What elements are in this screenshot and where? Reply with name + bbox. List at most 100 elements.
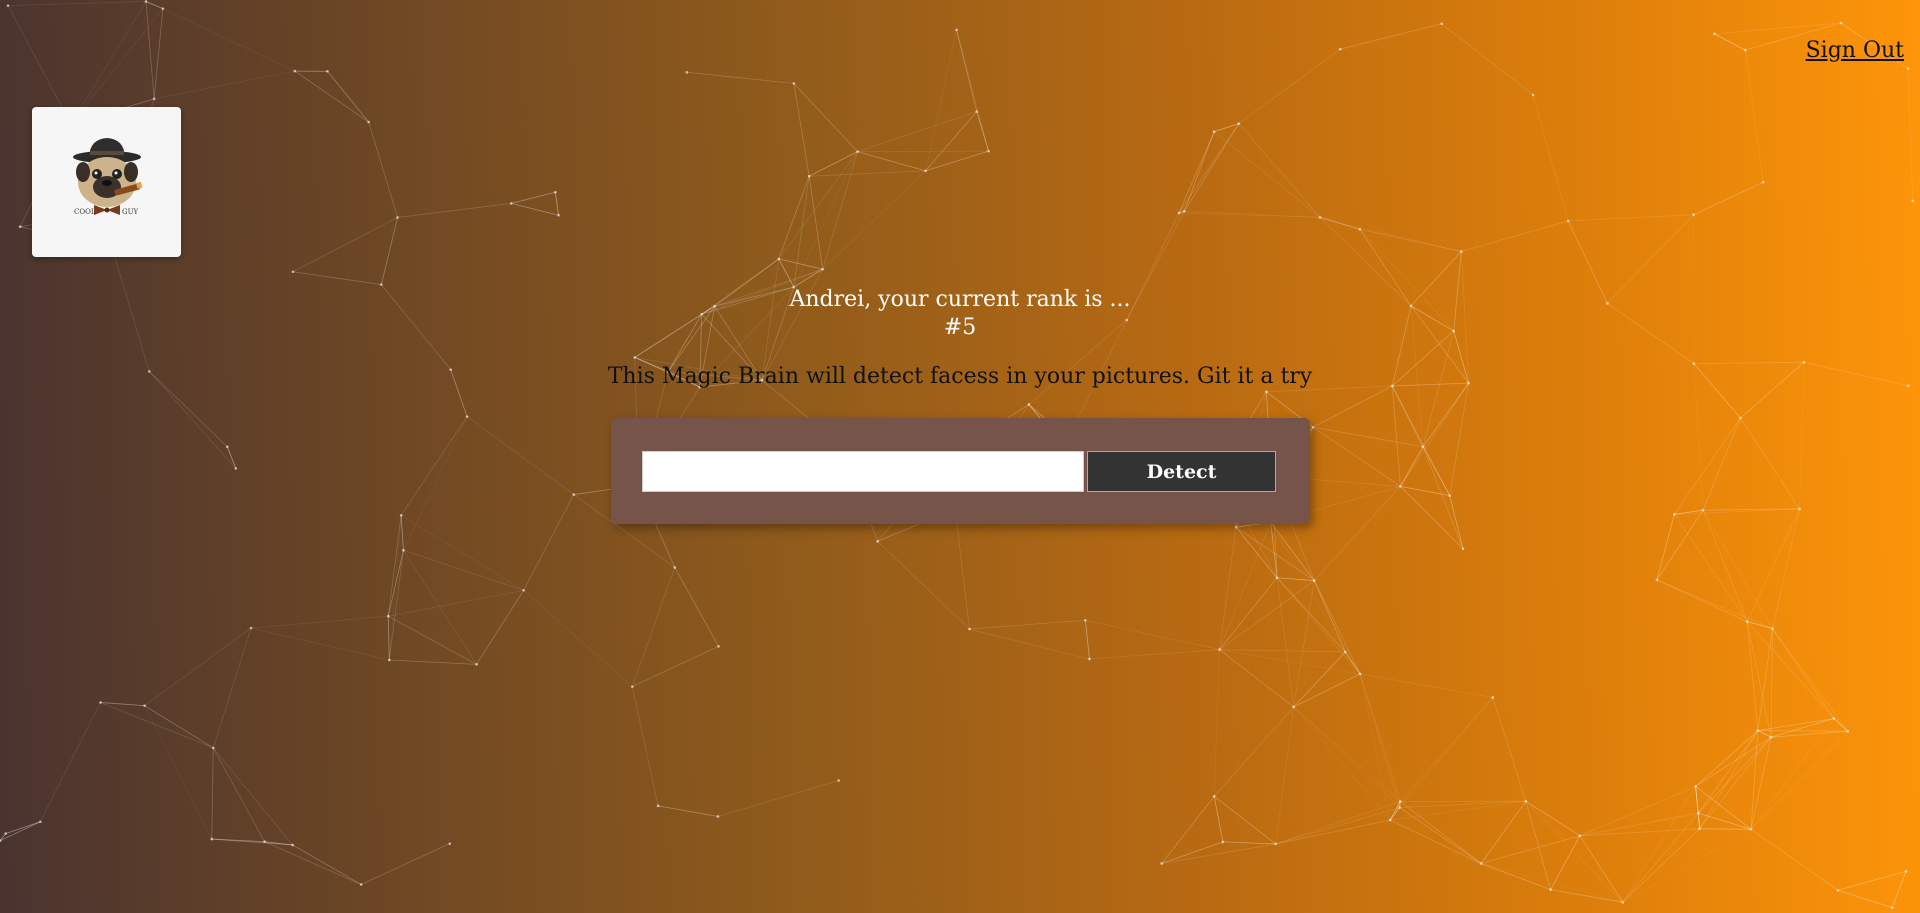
particle-link: [1319, 216, 1462, 252]
particle-link: [39, 702, 101, 822]
particle-link: [1275, 801, 1401, 845]
particle-link: [1276, 577, 1346, 653]
particle-link: [251, 615, 389, 629]
logo-text-left: COOL: [74, 208, 96, 216]
particle-dot: [557, 213, 560, 217]
particle-link: [1757, 730, 1772, 738]
particle-link: [686, 71, 794, 84]
particle-link: [1907, 68, 1914, 201]
particle-link: [154, 70, 295, 100]
particle-link: [1219, 649, 1346, 653]
particle-link: [1340, 23, 1442, 50]
particle-dot: [716, 815, 720, 818]
particle-link: [7, 1, 147, 7]
particle-link: [969, 619, 1086, 630]
particle-dot: [876, 540, 879, 543]
particle-dot: [1388, 818, 1392, 822]
particle-dot: [1177, 211, 1181, 215]
particle-dot: [1318, 216, 1322, 219]
particle-link: [1656, 579, 1748, 623]
particle-dot: [792, 82, 796, 85]
particle-link: [1702, 509, 1773, 629]
particle-link: [1480, 800, 1527, 864]
particle-link: [250, 627, 390, 661]
particle-link: [1293, 673, 1361, 708]
particle-link: [925, 150, 989, 172]
particle-link: [5, 821, 41, 834]
particle-dot: [291, 270, 295, 274]
particle-link: [1312, 385, 1393, 428]
particle-link: [1084, 620, 1090, 660]
logo-card[interactable]: COOL GUY: [32, 107, 181, 257]
particle-link: [212, 747, 293, 846]
particle-link: [1089, 649, 1220, 660]
particle-dot: [1398, 806, 1401, 809]
particle-dot: [399, 514, 403, 517]
particle-dot: [249, 626, 253, 630]
image-url-input[interactable]: [642, 451, 1084, 492]
detect-button[interactable]: Detect: [1087, 451, 1276, 492]
particle-dot: [402, 548, 405, 552]
particle-link: [554, 192, 559, 216]
particle-link: [476, 590, 524, 665]
particle-link: [1219, 527, 1237, 650]
particle-dot: [210, 837, 214, 841]
particle-dot: [1524, 799, 1528, 803]
particle-dot: [1701, 508, 1705, 512]
particle-dot: [1673, 513, 1676, 516]
particle-dot: [1769, 735, 1773, 739]
particle-link: [144, 705, 213, 840]
particle-link: [1389, 819, 1482, 864]
particle-link: [403, 549, 524, 591]
particle-link: [1449, 495, 1464, 549]
particle-link: [211, 838, 293, 846]
particle-dot: [143, 704, 146, 707]
particle-link: [1219, 649, 1361, 675]
particle-dot: [1761, 180, 1765, 184]
particle-link: [1399, 800, 1526, 808]
particle-dot: [1448, 494, 1452, 497]
particle-dot: [211, 746, 215, 750]
particle-dot: [1027, 403, 1031, 406]
particle-dot: [161, 7, 165, 10]
particle-link: [969, 628, 1090, 660]
particle-link: [403, 549, 477, 665]
particle-link: [1389, 807, 1400, 821]
particle-link: [100, 702, 214, 749]
particle-link: [1622, 786, 1696, 903]
particle-link: [1837, 870, 1907, 891]
particle-link: [674, 567, 719, 647]
particle-link: [212, 627, 252, 749]
particle-link: [1390, 800, 1526, 821]
particle-link: [1740, 417, 1800, 510]
particle-link: [1238, 48, 1341, 124]
particle-dot: [396, 216, 399, 219]
particle-dot: [1798, 507, 1801, 511]
particle-link: [631, 686, 659, 806]
particle-link: [877, 541, 970, 630]
particle-link: [1579, 786, 1696, 837]
particle-link: [1622, 828, 1752, 903]
particle-link: [1400, 446, 1424, 487]
particle-link: [380, 217, 398, 285]
particle-link: [1293, 706, 1400, 808]
particle-link: [1313, 580, 1346, 653]
particle-link: [1270, 522, 1346, 653]
particle-dot: [1212, 795, 1216, 798]
particle-link: [1399, 807, 1482, 864]
particle-link: [292, 844, 362, 885]
particle-link: [1276, 577, 1361, 675]
particle-dot: [1421, 445, 1425, 449]
particle-link: [1656, 514, 1675, 580]
particle-link: [523, 494, 575, 591]
particle-dot: [1836, 888, 1840, 892]
particle-link: [632, 645, 719, 687]
particle-link: [368, 121, 398, 218]
particle-link: [1746, 508, 1800, 622]
sign-out-link[interactable]: Sign Out: [1806, 38, 1904, 63]
particle-dot: [1237, 122, 1241, 125]
particle-link: [1480, 835, 1581, 864]
particle-dot: [1890, 906, 1894, 909]
particle-dot: [293, 69, 297, 73]
particle-link: [822, 170, 926, 270]
